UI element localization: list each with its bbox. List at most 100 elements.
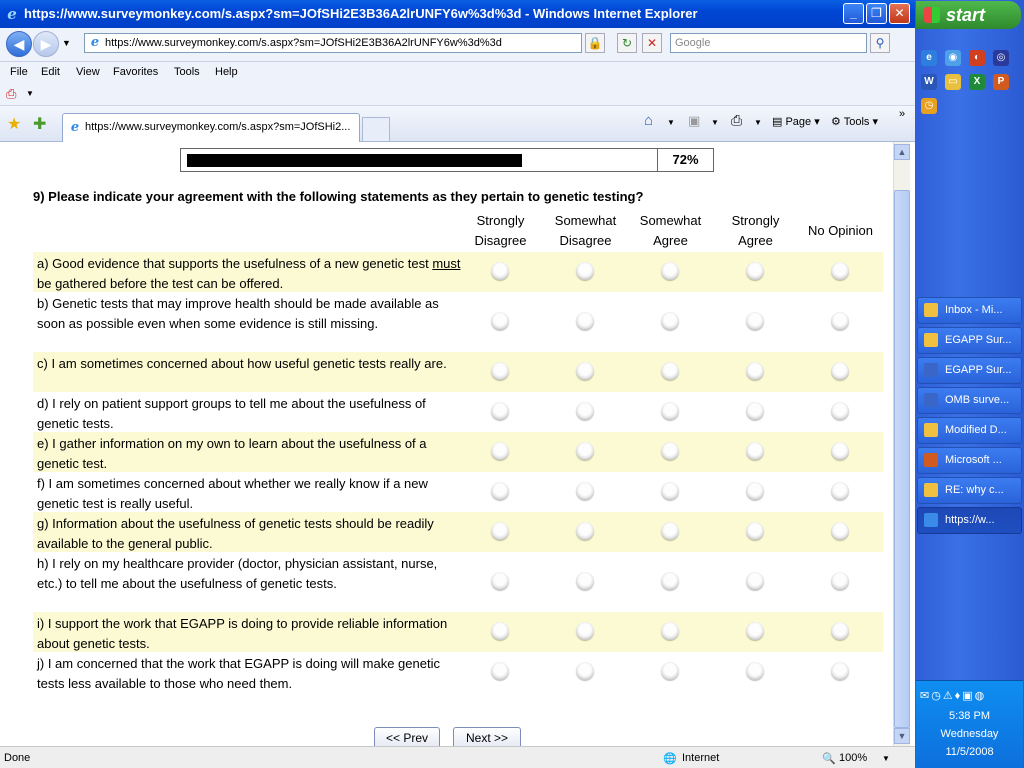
answer-radio[interactable] [661, 572, 679, 590]
scroll-thumb[interactable] [894, 190, 910, 728]
menu-edit[interactable]: Edit [41, 66, 60, 78]
history-dropdown-icon[interactable]: ▼ [62, 38, 71, 48]
close-button[interactable]: ✕ [889, 3, 910, 24]
answer-radio[interactable] [576, 662, 594, 680]
answer-radio[interactable] [661, 622, 679, 640]
answer-radio[interactable] [661, 522, 679, 540]
print-icon[interactable]: ⎙ [731, 112, 742, 129]
answer-radio[interactable] [746, 482, 764, 500]
answer-radio[interactable] [576, 622, 594, 640]
answer-radio[interactable] [831, 522, 849, 540]
menu-tools[interactable]: Tools [174, 66, 200, 78]
answer-radio[interactable] [491, 522, 509, 540]
answer-radio[interactable] [746, 572, 764, 590]
home-icon[interactable]: ⌂ [644, 112, 653, 129]
lock-icon[interactable]: 🔒 [585, 33, 605, 53]
answer-radio[interactable] [491, 622, 509, 640]
answer-radio[interactable] [831, 362, 849, 380]
menu-help[interactable]: Help [215, 66, 238, 78]
scroll-down-icon[interactable]: ▼ [894, 728, 910, 744]
answer-radio[interactable] [746, 312, 764, 330]
add-favorite-icon[interactable]: ✚ [33, 114, 46, 134]
menu-favorites[interactable]: Favorites [113, 66, 158, 78]
search-input[interactable]: Google [670, 33, 867, 53]
answer-radio[interactable] [491, 662, 509, 680]
answer-radio[interactable] [661, 482, 679, 500]
answer-radio[interactable] [661, 262, 679, 280]
forward-button[interactable]: ▶ [33, 31, 59, 57]
ql-excel-icon[interactable]: X [969, 74, 985, 90]
answer-radio[interactable] [576, 572, 594, 590]
answer-radio[interactable] [491, 482, 509, 500]
scroll-up-icon[interactable]: ▲ [894, 144, 910, 160]
answer-radio[interactable] [746, 442, 764, 460]
ql-outlook-icon[interactable]: ◉ [945, 50, 961, 66]
answer-radio[interactable] [576, 362, 594, 380]
search-icon[interactable]: ⚲ [870, 33, 890, 53]
pdf-dropdown-icon[interactable]: ▼ [26, 89, 34, 98]
prev-button[interactable]: << Prev [374, 727, 440, 746]
maximize-button[interactable]: ❐ [866, 3, 887, 24]
answer-radio[interactable] [661, 312, 679, 330]
answer-radio[interactable] [491, 312, 509, 330]
ql-app-icon[interactable]: ◎ [993, 50, 1009, 66]
back-button[interactable]: ◀ [6, 31, 32, 57]
answer-radio[interactable] [491, 572, 509, 590]
answer-radio[interactable] [746, 622, 764, 640]
answer-radio[interactable] [661, 402, 679, 420]
address-field[interactable]: e https://www.surveymonkey.com/s.aspx?sm… [84, 33, 582, 53]
tools-menu[interactable]: ⚙ Tools ▾ [831, 115, 878, 128]
answer-radio[interactable] [831, 482, 849, 500]
answer-radio[interactable] [746, 362, 764, 380]
start-button[interactable]: start [916, 1, 1021, 29]
zoom-icon[interactable]: 🔍 [822, 752, 836, 765]
answer-radio[interactable] [831, 662, 849, 680]
feeds-dropdown-icon[interactable]: ▼ [711, 118, 719, 127]
taskbar-item[interactable]: OMB surve... [917, 387, 1022, 414]
answer-radio[interactable] [576, 442, 594, 460]
ql-folder-icon[interactable]: ▭ [945, 74, 961, 90]
answer-radio[interactable] [831, 262, 849, 280]
taskbar-item[interactable]: Inbox - Mi... [917, 297, 1022, 324]
answer-radio[interactable] [831, 572, 849, 590]
tray-icons[interactable]: ✉◷⚠♦▣◍ [920, 689, 986, 702]
taskbar-item[interactable]: https://w... [917, 507, 1022, 534]
vertical-scrollbar[interactable]: ▲ ▼ [893, 142, 910, 746]
answer-radio[interactable] [746, 402, 764, 420]
answer-radio[interactable] [831, 622, 849, 640]
taskbar-item[interactable]: RE: why c... [917, 477, 1022, 504]
answer-radio[interactable] [831, 402, 849, 420]
stop-icon[interactable]: ✕ [642, 33, 662, 53]
answer-radio[interactable] [661, 662, 679, 680]
answer-radio[interactable] [831, 442, 849, 460]
print-dropdown-icon[interactable]: ▼ [754, 118, 762, 127]
favorites-star-icon[interactable]: ★ [7, 114, 21, 134]
answer-radio[interactable] [661, 442, 679, 460]
taskbar-item[interactable]: EGAPP Sur... [917, 357, 1022, 384]
ql-word-icon[interactable]: W [921, 74, 937, 90]
pdf-icon[interactable]: ⎙ [6, 86, 16, 102]
taskbar-item[interactable]: Microsoft ... [917, 447, 1022, 474]
taskbar-item[interactable]: Modified D... [917, 417, 1022, 444]
answer-radio[interactable] [576, 482, 594, 500]
next-button[interactable]: Next >> [453, 727, 521, 746]
refresh-icon[interactable]: ↻ [617, 33, 637, 53]
answer-radio[interactable] [576, 522, 594, 540]
minimize-button[interactable]: _ [843, 3, 864, 24]
feeds-icon[interactable]: ▣ [688, 113, 700, 129]
menu-file[interactable]: File [10, 66, 28, 78]
answer-radio[interactable] [746, 262, 764, 280]
zoom-level[interactable]: 100% [839, 752, 867, 764]
answer-radio[interactable] [491, 402, 509, 420]
new-tab-button[interactable] [362, 117, 390, 141]
answer-radio[interactable] [576, 262, 594, 280]
answer-radio[interactable] [831, 312, 849, 330]
answer-radio[interactable] [576, 402, 594, 420]
taskbar-item[interactable]: EGAPP Sur... [917, 327, 1022, 354]
menu-view[interactable]: View [76, 66, 100, 78]
answer-radio[interactable] [491, 362, 509, 380]
tab-survey[interactable]: e https://www.surveymonkey.com/s.aspx?sm… [62, 113, 360, 142]
answer-radio[interactable] [746, 522, 764, 540]
answer-radio[interactable] [491, 262, 509, 280]
answer-radio[interactable] [491, 442, 509, 460]
